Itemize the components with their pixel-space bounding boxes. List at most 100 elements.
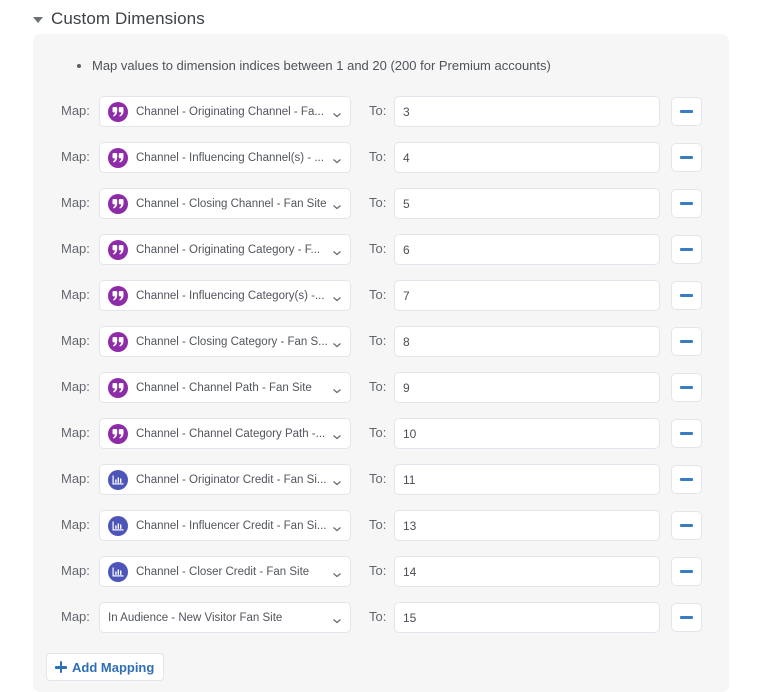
map-source-select[interactable]: Channel - Influencing Category(s) -... <box>99 280 351 311</box>
remove-mapping-button[interactable] <box>671 143 702 172</box>
mapping-row: Map: Channel - Originator Credit - Fan Si… <box>33 464 729 496</box>
map-source-select[interactable]: Channel - Channel Category Path -... <box>99 418 351 449</box>
map-source-select[interactable]: Channel - Originator Credit - Fan Si... <box>99 464 351 495</box>
to-label: To: <box>369 149 387 164</box>
map-label: Map: <box>61 471 90 486</box>
plus-icon <box>55 661 67 673</box>
bar-chart-icon <box>108 515 128 536</box>
map-source-select[interactable]: Channel - Closing Channel - Fan Site <box>99 188 351 219</box>
map-source-value: Channel - Originator Credit - Fan Si... <box>136 473 327 486</box>
map-source-select[interactable]: Channel - Influencer Credit - Fan Si... <box>99 510 351 541</box>
to-label: To: <box>369 609 387 624</box>
map-source-select[interactable]: Channel - Closing Category - Fan S... <box>99 326 351 357</box>
map-source-select[interactable]: Channel - Originating Channel - Fa... <box>99 96 351 127</box>
hint-text: Map values to dimension indices between … <box>92 58 551 73</box>
minus-icon <box>680 340 693 343</box>
map-source-select[interactable]: Channel - Originating Category - F... <box>99 234 351 265</box>
remove-mapping-button[interactable] <box>671 419 702 448</box>
map-source-value: Channel - Originating Category - F... <box>136 243 321 256</box>
bar-chart-icon <box>108 469 128 490</box>
map-source-value: Channel - Closer Credit - Fan Site <box>136 565 310 578</box>
chevron-down-icon <box>332 612 342 624</box>
chevron-down-icon <box>332 382 342 394</box>
quote-icon <box>108 423 128 444</box>
dimension-index-input[interactable] <box>394 188 660 219</box>
dimension-index-input[interactable] <box>394 234 660 265</box>
section-toggle[interactable]: Custom Dimensions <box>33 8 205 30</box>
map-source-value: Channel - Originating Channel - Fa... <box>136 105 324 118</box>
chevron-down-icon <box>332 474 342 486</box>
mapping-row: Map: Channel - Closing Category - Fan S..… <box>33 326 729 358</box>
mapping-row: Map: Channel - Closing Channel - Fan Site… <box>33 188 729 220</box>
mapping-row: Map: Channel - Channel Path - Fan Site To: <box>33 372 729 404</box>
minus-icon <box>680 432 693 435</box>
dimension-index-input[interactable] <box>394 602 660 633</box>
bullet-icon <box>77 63 81 68</box>
to-label: To: <box>369 195 387 210</box>
map-source-value: Channel - Closing Category - Fan S... <box>136 335 328 348</box>
to-label: To: <box>369 333 387 348</box>
quote-icon <box>108 331 128 352</box>
mapping-row: Map: Channel - Influencing Category(s) -.… <box>33 280 729 312</box>
chevron-down-icon <box>332 106 342 118</box>
map-source-select[interactable]: Channel - Influencing Channel(s) - ... <box>99 142 351 173</box>
minus-icon <box>680 478 693 481</box>
map-source-select[interactable]: In Audience - New Visitor Fan Site <box>99 602 351 633</box>
to-label: To: <box>369 425 387 440</box>
remove-mapping-button[interactable] <box>671 557 702 586</box>
map-source-select[interactable]: Channel - Channel Path - Fan Site <box>99 372 351 403</box>
dimension-index-input[interactable] <box>394 556 660 587</box>
map-source-select[interactable]: Channel - Closer Credit - Fan Site <box>99 556 351 587</box>
quote-icon <box>108 101 128 122</box>
map-label: Map: <box>61 103 90 118</box>
quote-icon <box>108 239 128 260</box>
remove-mapping-button[interactable] <box>671 189 702 218</box>
remove-mapping-button[interactable] <box>671 235 702 264</box>
map-label: Map: <box>61 241 90 256</box>
dimension-index-input[interactable] <box>394 326 660 357</box>
to-label: To: <box>369 103 387 118</box>
dimension-index-input[interactable] <box>394 96 660 127</box>
map-label: Map: <box>61 195 90 210</box>
remove-mapping-button[interactable] <box>671 281 702 310</box>
remove-mapping-button[interactable] <box>671 373 702 402</box>
dimension-index-input[interactable] <box>394 464 660 495</box>
dimension-index-input[interactable] <box>394 372 660 403</box>
chevron-down-icon <box>332 198 342 210</box>
quote-icon <box>108 377 128 398</box>
mapping-row: Map: Channel - Influencer Credit - Fan Si… <box>33 510 729 542</box>
to-label: To: <box>369 379 387 394</box>
remove-mapping-button[interactable] <box>671 511 702 540</box>
remove-mapping-button[interactable] <box>671 327 702 356</box>
chevron-down-icon <box>332 244 342 256</box>
remove-mapping-button[interactable] <box>671 97 702 126</box>
section-title: Custom Dimensions <box>51 9 205 28</box>
minus-icon <box>680 524 693 527</box>
map-label: Map: <box>61 149 90 164</box>
minus-icon <box>680 156 693 159</box>
map-label: Map: <box>61 563 90 578</box>
map-source-value: Channel - Influencer Credit - Fan Si... <box>136 519 327 532</box>
minus-icon <box>680 616 693 619</box>
mapping-row: Map: Channel - Originating Category - F..… <box>33 234 729 266</box>
dimension-index-input[interactable] <box>394 280 660 311</box>
chevron-down-icon <box>332 520 342 532</box>
map-source-value: Channel - Influencing Category(s) -... <box>136 289 325 302</box>
caret-down-icon <box>33 16 43 23</box>
dimension-index-input[interactable] <box>394 510 660 541</box>
to-label: To: <box>369 471 387 486</box>
map-label: Map: <box>61 425 90 440</box>
remove-mapping-button[interactable] <box>671 465 702 494</box>
dimension-index-input[interactable] <box>394 142 660 173</box>
minus-icon <box>680 202 693 205</box>
remove-mapping-button[interactable] <box>671 603 702 632</box>
add-mapping-button[interactable]: Add Mapping <box>46 653 165 681</box>
to-label: To: <box>369 287 387 302</box>
quote-icon <box>108 147 128 168</box>
custom-dimensions-panel: Map values to dimension indices between … <box>33 34 729 692</box>
minus-icon <box>680 110 693 113</box>
dimension-index-input[interactable] <box>394 418 660 449</box>
map-source-value: Channel - Closing Channel - Fan Site <box>136 197 327 210</box>
hint-item: Map values to dimension indices between … <box>77 58 551 73</box>
to-label: To: <box>369 563 387 578</box>
